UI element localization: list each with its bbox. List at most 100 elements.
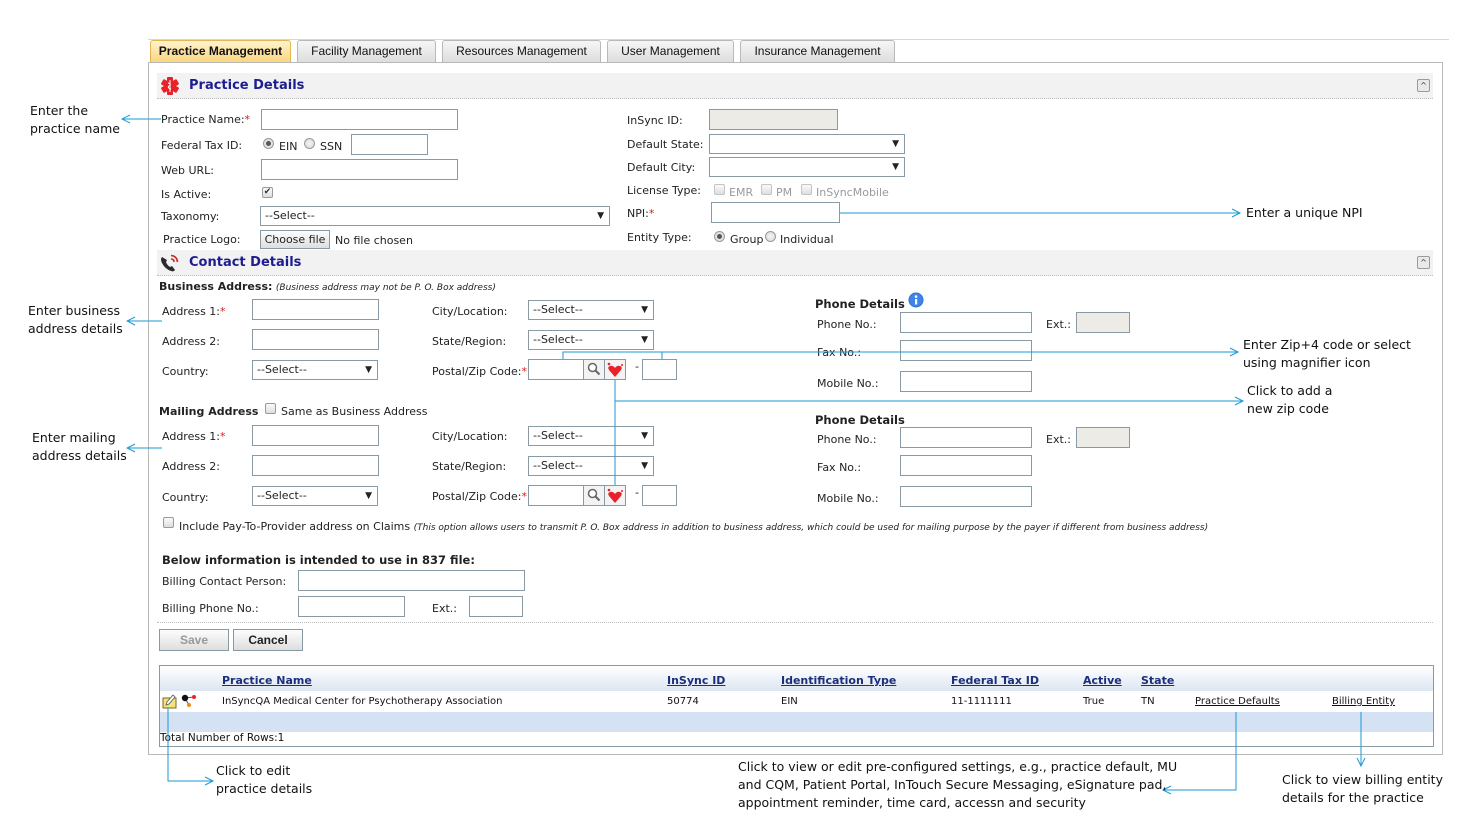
ssn-radio[interactable] (304, 138, 315, 149)
tab-facility-management[interactable]: Facility Management (297, 40, 436, 63)
federal-tax-id-input[interactable] (351, 134, 428, 155)
business-address2-input[interactable] (252, 329, 379, 350)
note-practice-name: Enter the practice name (30, 103, 120, 136)
ein-radio[interactable] (263, 138, 274, 149)
mailing-address1-input[interactable] (252, 425, 379, 446)
phone-input[interactable] (900, 312, 1032, 333)
note-billing-entity: Click to view billing entity details for … (1282, 772, 1443, 805)
file-837-heading: Below information is intended to use in … (162, 553, 475, 567)
web-url-input[interactable] (261, 159, 458, 180)
license-insyncmobile-label: InSyncMobile (816, 186, 889, 199)
default-state-select[interactable]: ▼ (709, 134, 905, 154)
is-active-checkbox[interactable]: ✔ (262, 187, 273, 198)
collapse-contact-details-button[interactable]: ^ (1417, 256, 1430, 269)
business-city-label: City/Location: (432, 305, 508, 318)
zip-separator: - (635, 360, 639, 373)
billing-phone-input[interactable] (298, 596, 405, 617)
tab-resources-management[interactable]: Resources Management (442, 40, 601, 63)
medical-star-icon (161, 77, 179, 95)
edit-icon[interactable] (162, 693, 178, 709)
license-insyncmobile-checkbox[interactable] (801, 184, 812, 195)
mailing-add-zip-button[interactable] (604, 485, 626, 506)
business-state-value: --Select-- (533, 333, 583, 346)
taxonomy-select[interactable]: --Select-- ▼ (260, 206, 610, 226)
mailing-phone-ext-input (1076, 427, 1130, 448)
chevron-down-icon: ▼ (365, 365, 372, 375)
fax-input[interactable] (900, 340, 1032, 361)
heart-icon (607, 362, 623, 377)
table-row-empty (160, 712, 1433, 732)
note-mailing-address: Enter mailing address details (32, 430, 127, 463)
choose-file-button[interactable]: Choose file (260, 230, 330, 249)
mailing-mobile-input[interactable] (900, 486, 1032, 507)
mailing-city-select[interactable]: --Select-- ▼ (528, 426, 654, 446)
contact-details-header: Contact Details ^ (157, 250, 1433, 276)
mobile-input[interactable] (900, 371, 1032, 392)
col-insync-id[interactable]: InSync ID (667, 674, 725, 687)
mailing-address2-input[interactable] (252, 455, 379, 476)
phone-details-heading: Phone Details (815, 297, 905, 311)
magnifier-icon (587, 362, 601, 376)
mailing-phone-input[interactable] (900, 427, 1032, 448)
license-pm-checkbox[interactable] (761, 184, 772, 195)
practice-grid: Practice Name InSync ID Identification T… (159, 665, 1434, 747)
col-federal-tax-id[interactable]: Federal Tax ID (951, 674, 1039, 687)
billing-ext-input[interactable] (469, 596, 523, 617)
business-country-value: --Select-- (257, 363, 307, 376)
save-button[interactable]: Save (159, 629, 229, 651)
mailing-country-select[interactable]: --Select-- ▼ (252, 486, 378, 506)
business-address1-input[interactable] (252, 299, 379, 320)
practice-defaults-link[interactable]: Practice Defaults (1195, 696, 1280, 707)
billing-phone-label: Billing Phone No.: (162, 602, 259, 615)
business-zip-label: Postal/Zip Code:* (432, 365, 527, 378)
col-practice-name[interactable]: Practice Name (222, 674, 312, 687)
cell-identification-type: EIN (781, 696, 798, 707)
mailing-country-label: Country: (162, 491, 209, 504)
practice-name-input[interactable] (261, 109, 458, 130)
phone-label: Phone No.: (817, 318, 877, 331)
col-state[interactable]: State (1141, 674, 1174, 687)
business-zip-input[interactable] (528, 359, 584, 380)
entity-group-radio[interactable] (714, 231, 725, 242)
tab-user-management[interactable]: User Management (607, 40, 734, 63)
hierarchy-icon[interactable] (180, 693, 198, 709)
heart-icon (607, 488, 623, 503)
mailing-fax-input[interactable] (900, 455, 1032, 476)
practice-details-header: Practice Details ^ (157, 73, 1433, 99)
same-as-business-checkbox[interactable] (265, 403, 276, 414)
zip-search-button[interactable] (583, 359, 605, 380)
billing-entity-link[interactable]: Billing Entity (1332, 696, 1395, 707)
license-emr-checkbox[interactable] (714, 184, 725, 195)
col-active[interactable]: Active (1083, 674, 1122, 687)
mailing-zip-input[interactable] (528, 485, 584, 506)
entity-individual-radio[interactable] (765, 231, 776, 242)
same-as-business-label: Same as Business Address (281, 405, 428, 418)
mailing-zip-search-button[interactable] (583, 485, 605, 506)
cell-practice-name: InSyncQA Medical Center for Psychotherap… (222, 696, 503, 707)
tab-practice-management[interactable]: Practice Management (150, 40, 291, 63)
cell-active: True (1083, 696, 1105, 707)
mailing-state-select[interactable]: --Select-- ▼ (528, 456, 654, 476)
tab-insurance-management[interactable]: Insurance Management (740, 40, 895, 63)
business-state-label: State/Region: (432, 335, 507, 348)
mailing-zip4-input[interactable] (642, 485, 677, 506)
business-city-select[interactable]: --Select-- ▼ (528, 300, 654, 320)
business-zip4-input[interactable] (642, 359, 677, 380)
federal-tax-id-label: Federal Tax ID: (161, 139, 243, 152)
default-city-select[interactable]: ▼ (709, 157, 905, 177)
info-icon[interactable] (908, 292, 924, 308)
phone-ext-label: Ext.: (1046, 318, 1071, 331)
npi-input[interactable] (711, 202, 840, 223)
mailing-city-label: City/Location: (432, 430, 508, 443)
business-country-select[interactable]: --Select-- ▼ (252, 360, 378, 380)
business-state-select[interactable]: --Select-- ▼ (528, 330, 654, 350)
pay-to-provider-label: Include Pay-To-Provider address on Claim… (179, 520, 1209, 533)
collapse-practice-details-button[interactable]: ^ (1417, 79, 1430, 92)
col-identification-type[interactable]: Identification Type (781, 674, 896, 687)
add-zip-button[interactable] (604, 359, 626, 380)
billing-contact-input[interactable] (298, 570, 525, 591)
phone-ext-input (1076, 312, 1130, 333)
cancel-button[interactable]: Cancel (233, 629, 303, 651)
license-emr-label: EMR (729, 186, 754, 199)
pay-to-provider-checkbox[interactable] (163, 517, 174, 528)
